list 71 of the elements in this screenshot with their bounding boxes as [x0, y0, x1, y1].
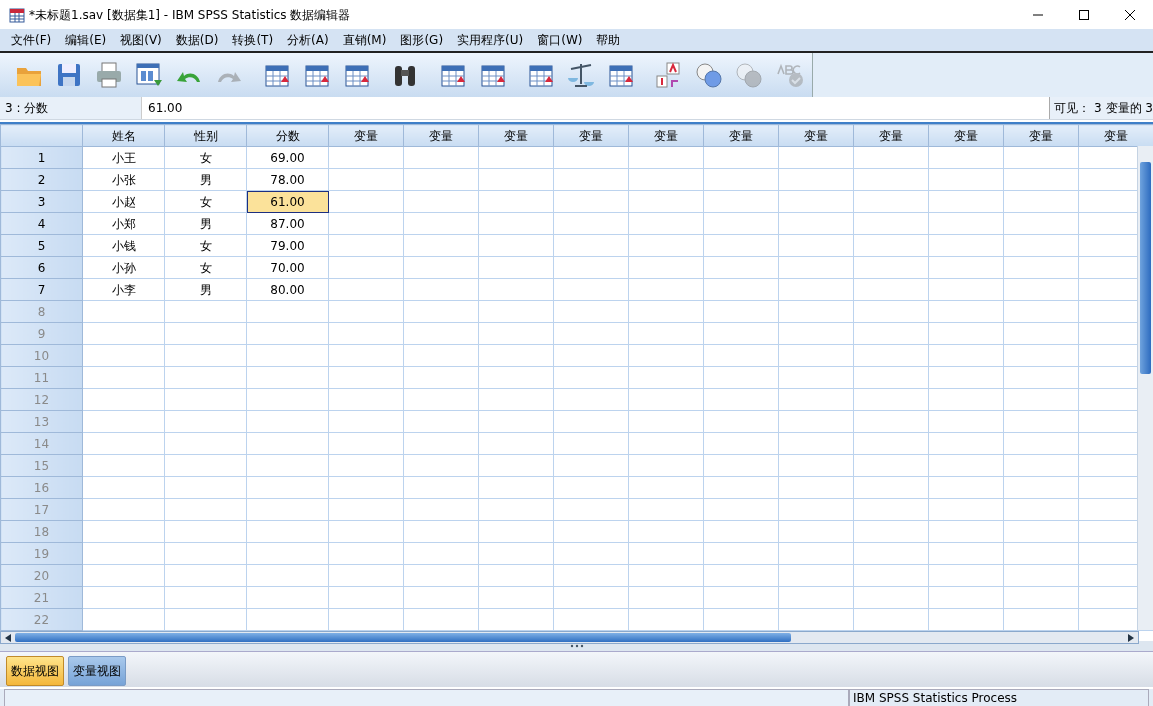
column-header[interactable]: 变量 — [403, 124, 479, 147]
view-tab[interactable]: 变量视图 — [68, 656, 126, 686]
row-header[interactable]: 7 — [0, 278, 83, 301]
menu-item[interactable]: 实用程序(U) — [450, 29, 531, 51]
table-cell[interactable]: 男 — [164, 212, 247, 235]
column-header[interactable]: 变量 — [1078, 124, 1153, 147]
table-cell[interactable]: 69.00 — [246, 146, 329, 169]
column-header[interactable]: 变量 — [853, 124, 929, 147]
processor-status: IBM SPSS Statistics Process — [849, 689, 1149, 706]
column-header[interactable]: 姓名 — [82, 124, 165, 147]
menu-item[interactable]: 转换(T) — [225, 29, 281, 51]
scroll-thumb[interactable] — [1140, 162, 1151, 374]
row-header[interactable]: 5 — [0, 234, 83, 257]
cell-value: 61.00 — [147, 100, 184, 117]
scroll-thumb[interactable] — [15, 633, 792, 642]
table-cell[interactable]: 78.00 — [246, 168, 329, 191]
scroll-left-icon[interactable] — [5, 633, 11, 642]
maximize-icon[interactable] — [1078, 8, 1090, 21]
table-cell[interactable]: 小李 — [82, 278, 165, 301]
column-header[interactable]: 变量 — [928, 124, 1004, 147]
table-cell[interactable]: 87.00 — [246, 212, 329, 235]
row-header[interactable]: 2 — [0, 168, 83, 191]
table-cell[interactable]: 小钱 — [82, 234, 165, 257]
column-header[interactable]: 分数 — [246, 124, 329, 147]
row-header[interactable]: 6 — [0, 256, 83, 279]
table-cell[interactable]: 小张 — [82, 168, 165, 191]
row-header[interactable]: 4 — [0, 212, 83, 235]
table-cell[interactable]: 小郑 — [82, 212, 165, 235]
menu-item[interactable]: 窗口(W) — [530, 29, 590, 51]
table-cell[interactable]: 女 — [164, 190, 247, 213]
menu-item[interactable]: 视图(V) — [113, 29, 169, 51]
splitter-grip-icon[interactable] — [568, 644, 585, 648]
table-cell[interactable]: 小赵 — [82, 190, 165, 213]
column-header[interactable]: 变量 — [328, 124, 404, 147]
close-icon[interactable] — [1124, 8, 1136, 21]
table-cell[interactable]: 女 — [164, 146, 247, 169]
row-header[interactable]: 3 — [0, 190, 83, 213]
column-header[interactable]: 性别 — [164, 124, 247, 147]
table-cell[interactable]: 男 — [164, 168, 247, 191]
column-header[interactable]: 变量 — [1003, 124, 1079, 147]
vertical-scrollbar[interactable] — [1137, 146, 1153, 630]
column-header[interactable]: 变量 — [778, 124, 854, 147]
horizontal-scrollbar[interactable] — [0, 631, 1139, 644]
menu-item[interactable]: 帮助 — [589, 29, 628, 51]
menu-item[interactable]: 分析(A) — [280, 29, 336, 51]
menu-item[interactable]: 数据(D) — [168, 29, 226, 51]
table-cell[interactable]: 小王 — [82, 146, 165, 169]
table-cell[interactable]: 男 — [164, 278, 247, 301]
table-cell[interactable]: 70.00 — [246, 256, 329, 279]
table-cell[interactable]: 女 — [164, 256, 247, 279]
table-cell[interactable]: 80.00 — [246, 278, 329, 301]
column-header[interactable]: 变量 — [478, 124, 554, 147]
menu-item[interactable]: 编辑(E) — [58, 29, 114, 51]
view-tab[interactable]: 数据视图 — [6, 656, 64, 686]
cell-name: 3 : 分数 — [0, 97, 142, 119]
column-header[interactable]: 变量 — [628, 124, 704, 147]
circles-icon[interactable] — [694, 60, 724, 90]
column-header[interactable]: 变量 — [703, 124, 779, 147]
menu-item[interactable]: 文件(F) — [4, 29, 59, 51]
table-cell[interactable]: 79.00 — [246, 234, 329, 257]
column-header[interactable]: 变量 — [553, 124, 629, 147]
app-icon — [8, 5, 26, 24]
table-cell[interactable]: 小孙 — [82, 256, 165, 279]
scroll-right-icon[interactable] — [1128, 633, 1134, 642]
printer-icon[interactable] — [94, 60, 124, 90]
row-header[interactable]: 1 — [0, 146, 83, 169]
window-title: *未标题1.sav [数据集1] - IBM SPSS Statistics 数据编辑器 — [29, 6, 351, 24]
visible-variables: 可见： 3 变量的 3 — [1049, 97, 1153, 119]
menu-item[interactable]: 图形(G) — [393, 29, 451, 51]
table-cell[interactable]: 女 — [164, 234, 247, 257]
menu-item[interactable]: 直销(M) — [335, 29, 394, 51]
